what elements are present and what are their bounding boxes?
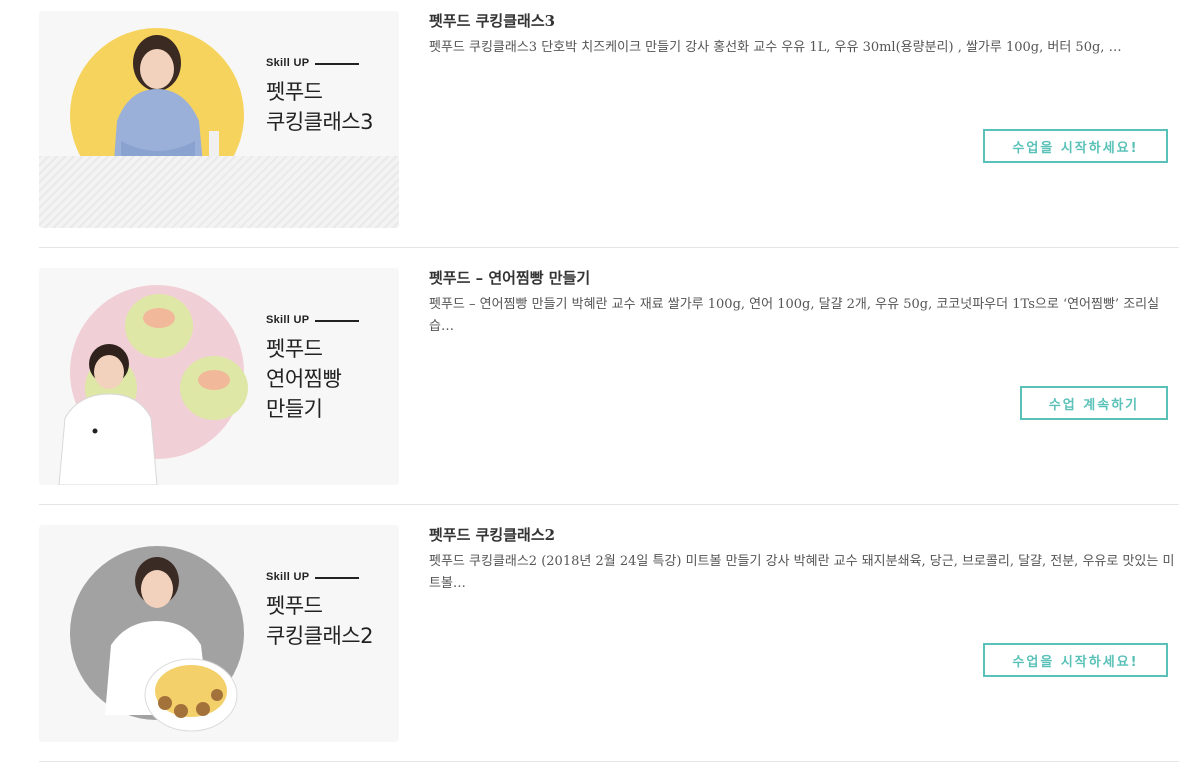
course-title[interactable]: 펫푸드 쿠킹클래스3 — [429, 11, 1179, 31]
course-info: 펫푸드 쿠킹클래스2 펫푸드 쿠킹클래스2 (2018년 2월 24일 특강) … — [429, 525, 1179, 595]
skill-up-line — [315, 320, 359, 322]
start-class-button[interactable]: 수업을 시작하세요! — [983, 129, 1168, 163]
thumbnail-title-line: 쿠킹클래스2 — [266, 624, 373, 648]
skill-up-label: Skill UP — [266, 57, 310, 69]
course-info: 펫푸드 – 연어찜빵 만들기 펫푸드 – 연어찜빵 만들기 박혜란 교수 재료 … — [429, 268, 1179, 338]
course-description: 펫푸드 쿠킹클래스2 (2018년 2월 24일 특강) 미트볼 만들기 강사 … — [429, 554, 1175, 591]
course-title[interactable]: 펫푸드 쿠킹클래스2 — [429, 525, 1179, 545]
thumbnail-illustration — [58, 285, 248, 485]
thumbnail-title-line: 펫푸드 — [266, 594, 323, 618]
thumbnail-title: 펫푸드 쿠킹클래스2 — [266, 591, 373, 651]
thumbnail-title-line: 펫푸드 — [266, 337, 323, 361]
thumbnail-title-line: 펫푸드 — [266, 80, 323, 104]
course-thumbnail[interactable]: Skill UP 펫푸드 쿠킹클래스2 — [39, 525, 399, 742]
thumbnail-title: 펫푸드 연어찜빵 만들기 — [266, 334, 342, 424]
course-item: Skill UP 펫푸드 쿠킹클래스3 펫푸드 쿠킹클래스3 펫푸드 쿠킹클래스… — [39, 11, 1179, 248]
course-description: 펫푸드 – 연어찜빵 만들기 박혜란 교수 재료 쌀가루 100g, 연어 10… — [429, 297, 1160, 334]
course-thumbnail[interactable]: Skill UP 펫푸드 연어찜빵 만들기 — [39, 268, 399, 485]
skill-up-label: Skill UP — [266, 314, 310, 326]
course-thumbnail[interactable]: Skill UP 펫푸드 쿠킹클래스3 — [39, 11, 399, 228]
thumbnail-pattern — [39, 156, 399, 228]
skill-up-line — [315, 63, 359, 65]
course-item: Skill UP 펫푸드 쿠킹클래스2 펫푸드 쿠킹클래스2 펫푸드 쿠킹클래스… — [39, 525, 1179, 762]
thumbnail-title-line: 만들기 — [266, 397, 323, 421]
thumbnail-title: 펫푸드 쿠킹클래스3 — [266, 77, 373, 137]
skill-up-line — [315, 577, 359, 579]
course-description: 펫푸드 쿠킹클래스3 단호박 치즈케이크 만들기 강사 홍선화 교수 우유 1L… — [429, 40, 1122, 55]
start-class-button[interactable]: 수업을 시작하세요! — [983, 643, 1168, 677]
course-title[interactable]: 펫푸드 – 연어찜빵 만들기 — [429, 268, 1179, 288]
course-item: Skill UP 펫푸드 연어찜빵 만들기 펫푸드 – 연어찜빵 만들기 펫푸드… — [39, 268, 1179, 505]
course-info: 펫푸드 쿠킹클래스3 펫푸드 쿠킹클래스3 단호박 치즈케이크 만들기 강사 홍… — [429, 11, 1179, 59]
skill-up-label: Skill UP — [266, 571, 310, 583]
thumbnail-title-line: 연어찜빵 — [266, 367, 342, 391]
continue-class-button[interactable]: 수업 계속하기 — [1020, 386, 1168, 420]
thumbnail-title-line: 쿠킹클래스3 — [266, 110, 373, 134]
